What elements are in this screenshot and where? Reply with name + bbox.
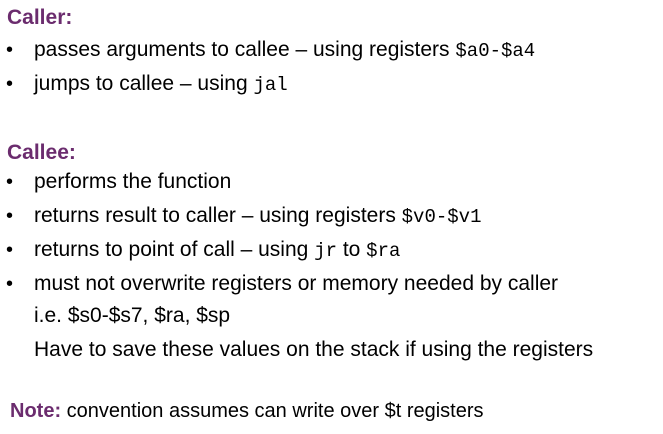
note-label: Note: — [10, 400, 62, 422]
caller-heading: Caller: — [7, 6, 73, 29]
bullet-icon: • — [6, 171, 14, 193]
continuation-line: i.e. $s0-$s7, $ra, $sp — [34, 304, 231, 327]
bullet-icon: • — [6, 39, 14, 61]
list-item-text: performs the function — [34, 170, 232, 193]
list-item-text: returns to point of call – using jr to $… — [34, 238, 401, 262]
list-item-text: must not overwrite registers or memory n… — [34, 272, 559, 295]
bullet-icon: • — [6, 73, 14, 95]
note-text: convention assumes can write over $t reg… — [61, 400, 484, 422]
continuation-line: Have to save these values on the stack i… — [34, 338, 594, 361]
code-snippet: $a0-$a4 — [455, 40, 536, 62]
list-item-text: jumps to callee – using jal — [34, 72, 288, 96]
code-snippet: jr — [314, 240, 337, 262]
bullet-icon: • — [6, 239, 14, 261]
callee-heading: Callee: — [7, 141, 76, 164]
list-item-text: returns result to caller – using registe… — [34, 204, 482, 228]
code-snippet: jal — [253, 74, 288, 96]
list-item-text: passes arguments to callee – using regis… — [34, 38, 536, 62]
code-snippet: $ra — [366, 240, 401, 262]
bullet-icon: • — [6, 273, 14, 295]
note: Note: convention assumes can write over … — [10, 398, 484, 424]
bullet-icon: • — [6, 205, 14, 227]
code-snippet: $v0-$v1 — [401, 206, 482, 228]
